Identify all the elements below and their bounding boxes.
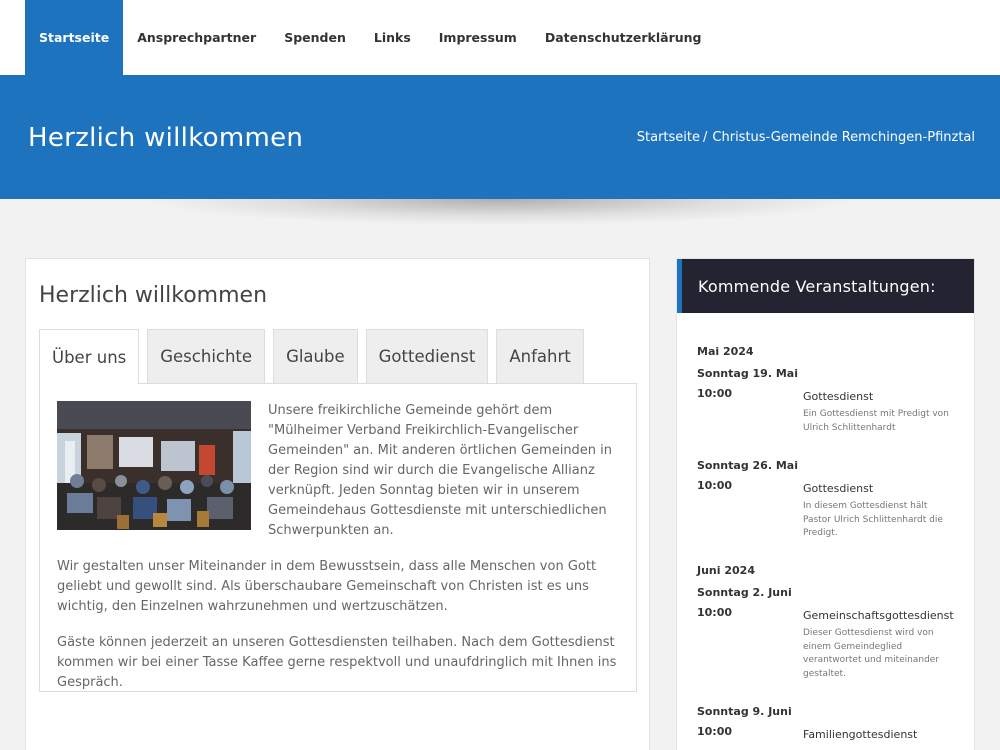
paragraph: Wir gestalten unser Miteinander in dem B… [57, 559, 597, 614]
event-description: Dieser Gottesdienst wird von einem Gemei… [803, 628, 940, 679]
month-heading: Juni 2024 [697, 564, 755, 577]
breadcrumb-home-link[interactable]: Startseite [637, 130, 700, 145]
event-description: In diesem Gottesdienst hält Pastor Ulric… [803, 501, 943, 538]
nav-item-startseite[interactable]: Startseite [25, 0, 124, 75]
event-description: Ein Gottesdienst mit Predigt von Ulrich … [803, 409, 949, 433]
event-time: 10:00 [697, 479, 733, 492]
main-navigation: Startseite Ansprechpartner Spenden Links… [0, 0, 1000, 75]
paragraph: Gäste können jederzeit an unseren Gottes… [57, 635, 617, 690]
event-title-link[interactable]: Gottesdienst [803, 482, 873, 495]
breadcrumb: Startseite / Christus-Gemeinde Remchingen-… [637, 130, 975, 145]
breadcrumb-separator: / [703, 130, 708, 145]
event-title-link[interactable]: Gemeinschaftsgottesdienst [803, 609, 954, 622]
nav-item-spenden[interactable]: Spenden [270, 0, 360, 75]
nav-item-links[interactable]: Links [360, 0, 425, 75]
sidebar-header: Kommende Veranstaltungen: [677, 259, 974, 313]
event-day: Sonntag 9. Juni [697, 705, 792, 718]
nav-item-datenschutz[interactable]: Datenschutzerklärung [531, 0, 716, 75]
events-sidebar: Kommende Veranstaltungen: Mai 2024 Sonnt… [676, 258, 975, 750]
event-title-link[interactable]: Gottesdienst [803, 390, 873, 403]
content-title: Herzlich willkommen [39, 283, 268, 308]
sidebar-title: Kommende Veranstaltungen: [698, 276, 936, 296]
tab-panel: Unsere freikirchliche Gemeinde gehört de… [39, 383, 637, 692]
tab-gottedienst[interactable]: Gottedienst [365, 329, 489, 383]
photo-spacer [57, 401, 268, 532]
event-time: 10:00 [697, 606, 733, 619]
tab-bar: Über uns Geschichte Glaube Gottedienst A… [39, 329, 592, 384]
event-title-link[interactable]: Familiengottesdienst [803, 728, 917, 741]
event-day: Sonntag 2. Juni [697, 586, 792, 599]
tab-geschichte[interactable]: Geschichte [147, 329, 266, 383]
tab-glaube[interactable]: Glaube [273, 329, 358, 383]
page-title: Herzlich willkommen [28, 123, 304, 153]
month-heading: Mai 2024 [697, 345, 754, 358]
nav-item-impressum[interactable]: Impressum [425, 0, 531, 75]
event-time: 10:00 [697, 387, 733, 400]
tab-anfahrt[interactable]: Anfahrt [496, 329, 584, 383]
page-header: Herzlich willkommen Startseite / Christus-… [0, 75, 1000, 199]
event-time: 10:00 [697, 725, 733, 738]
header-shadow [150, 199, 850, 225]
event-day: Sonntag 19. Mai [697, 367, 798, 380]
event-day: Sonntag 26. Mai [697, 459, 798, 472]
tab-ueber-uns[interactable]: Über uns [39, 329, 140, 384]
about-text: Unsere freikirchliche Gemeinde gehört de… [57, 401, 622, 709]
content-card: Herzlich willkommen Über uns Geschichte … [25, 258, 650, 750]
breadcrumb-current: Christus-Gemeinde Remchingen-Pfinztal [712, 130, 975, 145]
nav-item-ansprechpartner[interactable]: Ansprechpartner [123, 0, 270, 75]
